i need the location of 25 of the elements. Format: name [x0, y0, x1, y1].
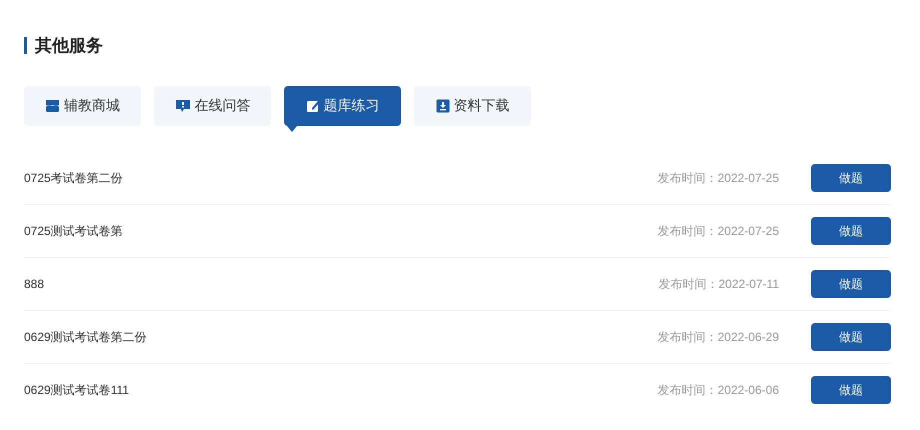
exam-title[interactable]: 888	[24, 274, 658, 292]
practice-button[interactable]: 做题	[811, 164, 891, 192]
edit-icon	[306, 98, 320, 112]
practice-button[interactable]: 做题	[811, 270, 891, 298]
exam-title[interactable]: 0725测试考试卷第	[24, 222, 658, 240]
download-icon	[436, 98, 450, 112]
practice-button[interactable]: 做题	[811, 376, 891, 404]
tab-pointer-icon	[287, 126, 297, 132]
practice-button[interactable]: 做题	[811, 322, 891, 350]
publish-date: 发布时间：2022-07-25	[658, 170, 779, 186]
exam-title[interactable]: 0629测试考试卷第二份	[24, 328, 658, 346]
practice-button[interactable]: 做题	[811, 216, 891, 244]
publish-date: 发布时间：2022-06-06	[658, 382, 779, 399]
store-icon	[45, 98, 60, 112]
exam-title[interactable]: 0629测试考试卷111	[24, 381, 658, 399]
publish-date: 发布时间：2022-06-29	[658, 328, 779, 346]
publish-date: 发布时间：2022-07-11	[658, 276, 779, 292]
service-tab[interactable]: 资料下载	[414, 86, 531, 126]
service-tab[interactable]: 辅教商城	[24, 86, 141, 126]
service-tab[interactable]: 在线问答	[154, 86, 271, 126]
publish-date: 发布时间：2022-07-25	[658, 222, 779, 240]
service-tab[interactable]: 题库练习	[284, 86, 401, 126]
question-bubble-icon	[174, 98, 190, 112]
exam-title[interactable]: 0725考试卷第二份	[24, 168, 658, 186]
section-title: 其他服务	[35, 35, 103, 57]
